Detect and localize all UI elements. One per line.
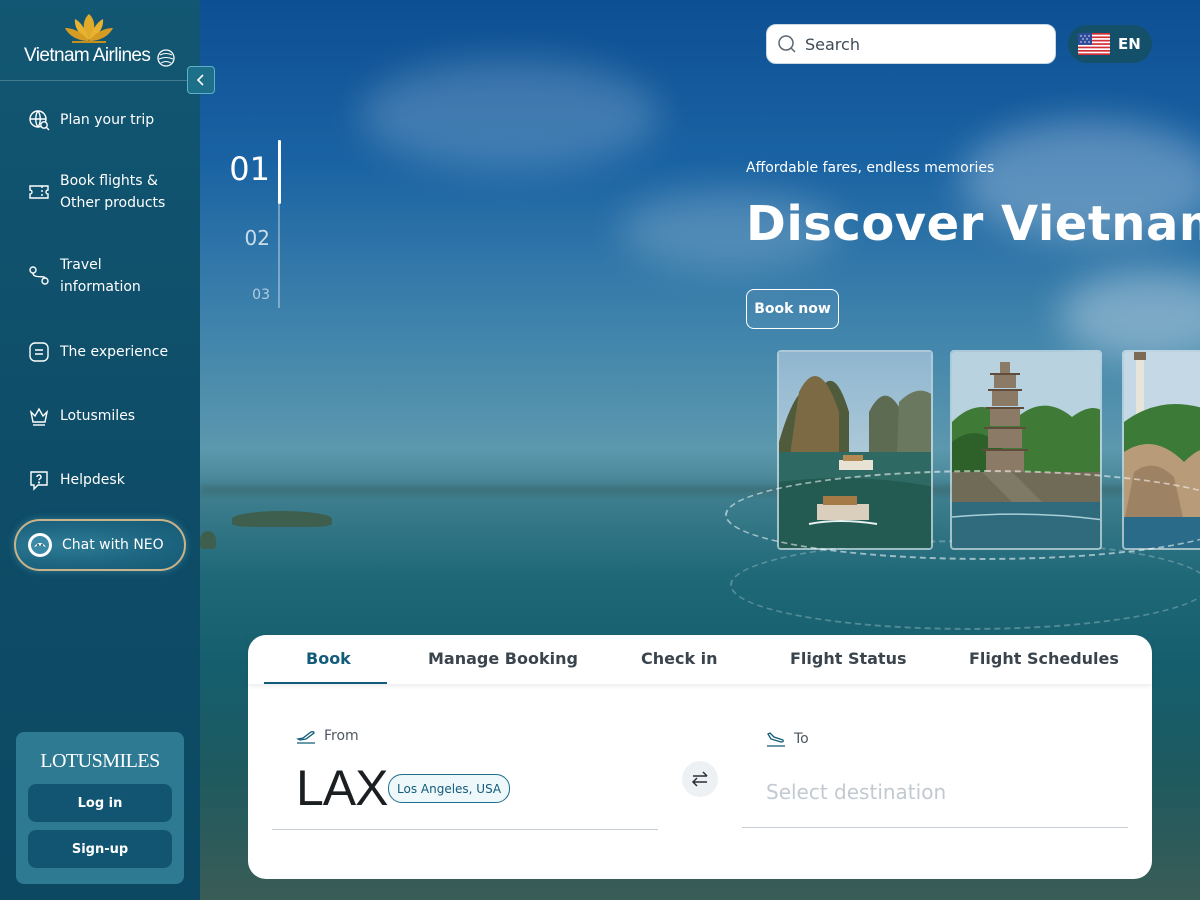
menu-box-icon: [26, 339, 52, 365]
neo-avatar-icon: [28, 533, 52, 557]
globe-search-icon: [26, 107, 52, 133]
sidebar-item-travel-information[interactable]: Travel information: [26, 254, 196, 298]
slide-03[interactable]: 03: [252, 287, 270, 303]
label-line: Other products: [60, 195, 166, 211]
sidebar-divider: [0, 80, 200, 81]
origin-city-badge: Los Angeles, USA: [388, 774, 511, 803]
hero-headline: Discover Vietnam: [746, 196, 1200, 252]
to-label: To: [766, 730, 809, 748]
to-label-text: To: [794, 731, 809, 747]
destination-input[interactable]: [766, 777, 1116, 807]
sidebar-item-label: Book flights & Other products: [60, 170, 165, 214]
tab-flight-status[interactable]: Flight Status: [790, 649, 907, 668]
logo-wordmark: Vietnam Airlines: [24, 45, 151, 66]
sidebar: Vietnam Airlines Plan your trip Book fli…: [0, 0, 200, 900]
lotusmiles-logo: LOTUSMILES: [40, 750, 160, 772]
island-decoration: [200, 531, 216, 549]
sidebar-item-the-experience[interactable]: The experience: [26, 339, 196, 365]
skyteam-icon: [157, 49, 175, 67]
sidebar-item-label: The experience: [60, 344, 169, 360]
help-chat-icon: [26, 467, 52, 493]
language-selector[interactable]: EN: [1068, 25, 1152, 63]
sidebar-item-helpdesk[interactable]: Helpdesk: [26, 467, 196, 493]
search-input[interactable]: [805, 34, 1045, 54]
from-label-text: From: [324, 728, 359, 744]
lotusmiles-card: LOTUSMILES Log in Sign-up: [16, 732, 184, 884]
sidebar-collapse-button[interactable]: [187, 66, 215, 94]
login-button[interactable]: Log in: [28, 784, 172, 822]
from-label: From: [296, 727, 359, 745]
sidebar-item-plan-your-trip[interactable]: Plan your trip: [26, 107, 196, 133]
ticket-icon: [26, 179, 52, 205]
chat-with-neo-label: Chat with NEO: [62, 537, 164, 553]
signup-button[interactable]: Sign-up: [28, 830, 172, 868]
sidebar-item-lotusmiles[interactable]: Lotusmiles: [26, 403, 196, 429]
tab-flight-schedules[interactable]: Flight Schedules: [969, 649, 1119, 668]
cloud-decoration: [360, 60, 660, 170]
vietnam-airlines-logo[interactable]: Vietnam Airlines: [22, 10, 180, 70]
swap-arrows-icon: [691, 771, 708, 787]
sidebar-item-label: Plan your trip: [60, 112, 155, 128]
label-line: Travel: [60, 257, 102, 273]
plane-landing-icon: [767, 732, 785, 747]
active-tab-indicator: [264, 682, 387, 684]
slide-track-active: [278, 140, 281, 204]
booking-tabs: Book Manage Booking Check in Flight Stat…: [248, 635, 1152, 685]
sidebar-item-label: Travel information: [60, 254, 141, 298]
slide-01[interactable]: 01: [229, 150, 270, 188]
tab-manage-booking[interactable]: Manage Booking: [428, 649, 578, 668]
label-line: information: [60, 279, 141, 295]
search-bar: [766, 24, 1056, 64]
hero-tagline: Affordable fares, endless memories: [746, 160, 995, 176]
crown-icon: [26, 403, 52, 429]
booking-panel: Book Manage Booking Check in Flight Stat…: [248, 635, 1152, 879]
language-code: EN: [1118, 35, 1141, 53]
lotus-logo-icon: [65, 14, 113, 43]
swap-airports-button[interactable]: [682, 761, 718, 797]
sidebar-item-label: Lotusmiles: [60, 408, 136, 424]
slide-indicator: 01 02 03: [229, 140, 290, 310]
route-pin-icon: [26, 263, 52, 289]
origin-airport-code[interactable]: LAX: [296, 759, 389, 817]
tab-book[interactable]: Book: [306, 649, 351, 668]
from-field-underline: [272, 829, 658, 830]
plane-takeoff-icon: [296, 731, 315, 744]
tab-check-in[interactable]: Check in: [641, 649, 718, 668]
search-icon: [778, 35, 796, 53]
to-field-underline: [742, 827, 1128, 828]
island-decoration: [232, 511, 332, 527]
chevron-left-icon: [196, 74, 204, 86]
slide-02[interactable]: 02: [245, 226, 270, 250]
cloud-decoration: [1060, 270, 1200, 360]
sidebar-item-book-flights[interactable]: Book flights & Other products: [26, 170, 196, 214]
chat-with-neo-button[interactable]: Chat with NEO: [14, 519, 186, 571]
book-now-button[interactable]: Book now: [746, 289, 839, 329]
label-line: Book flights &: [60, 173, 158, 189]
sidebar-item-label: Helpdesk: [60, 472, 125, 488]
us-flag-icon: [1078, 33, 1110, 55]
